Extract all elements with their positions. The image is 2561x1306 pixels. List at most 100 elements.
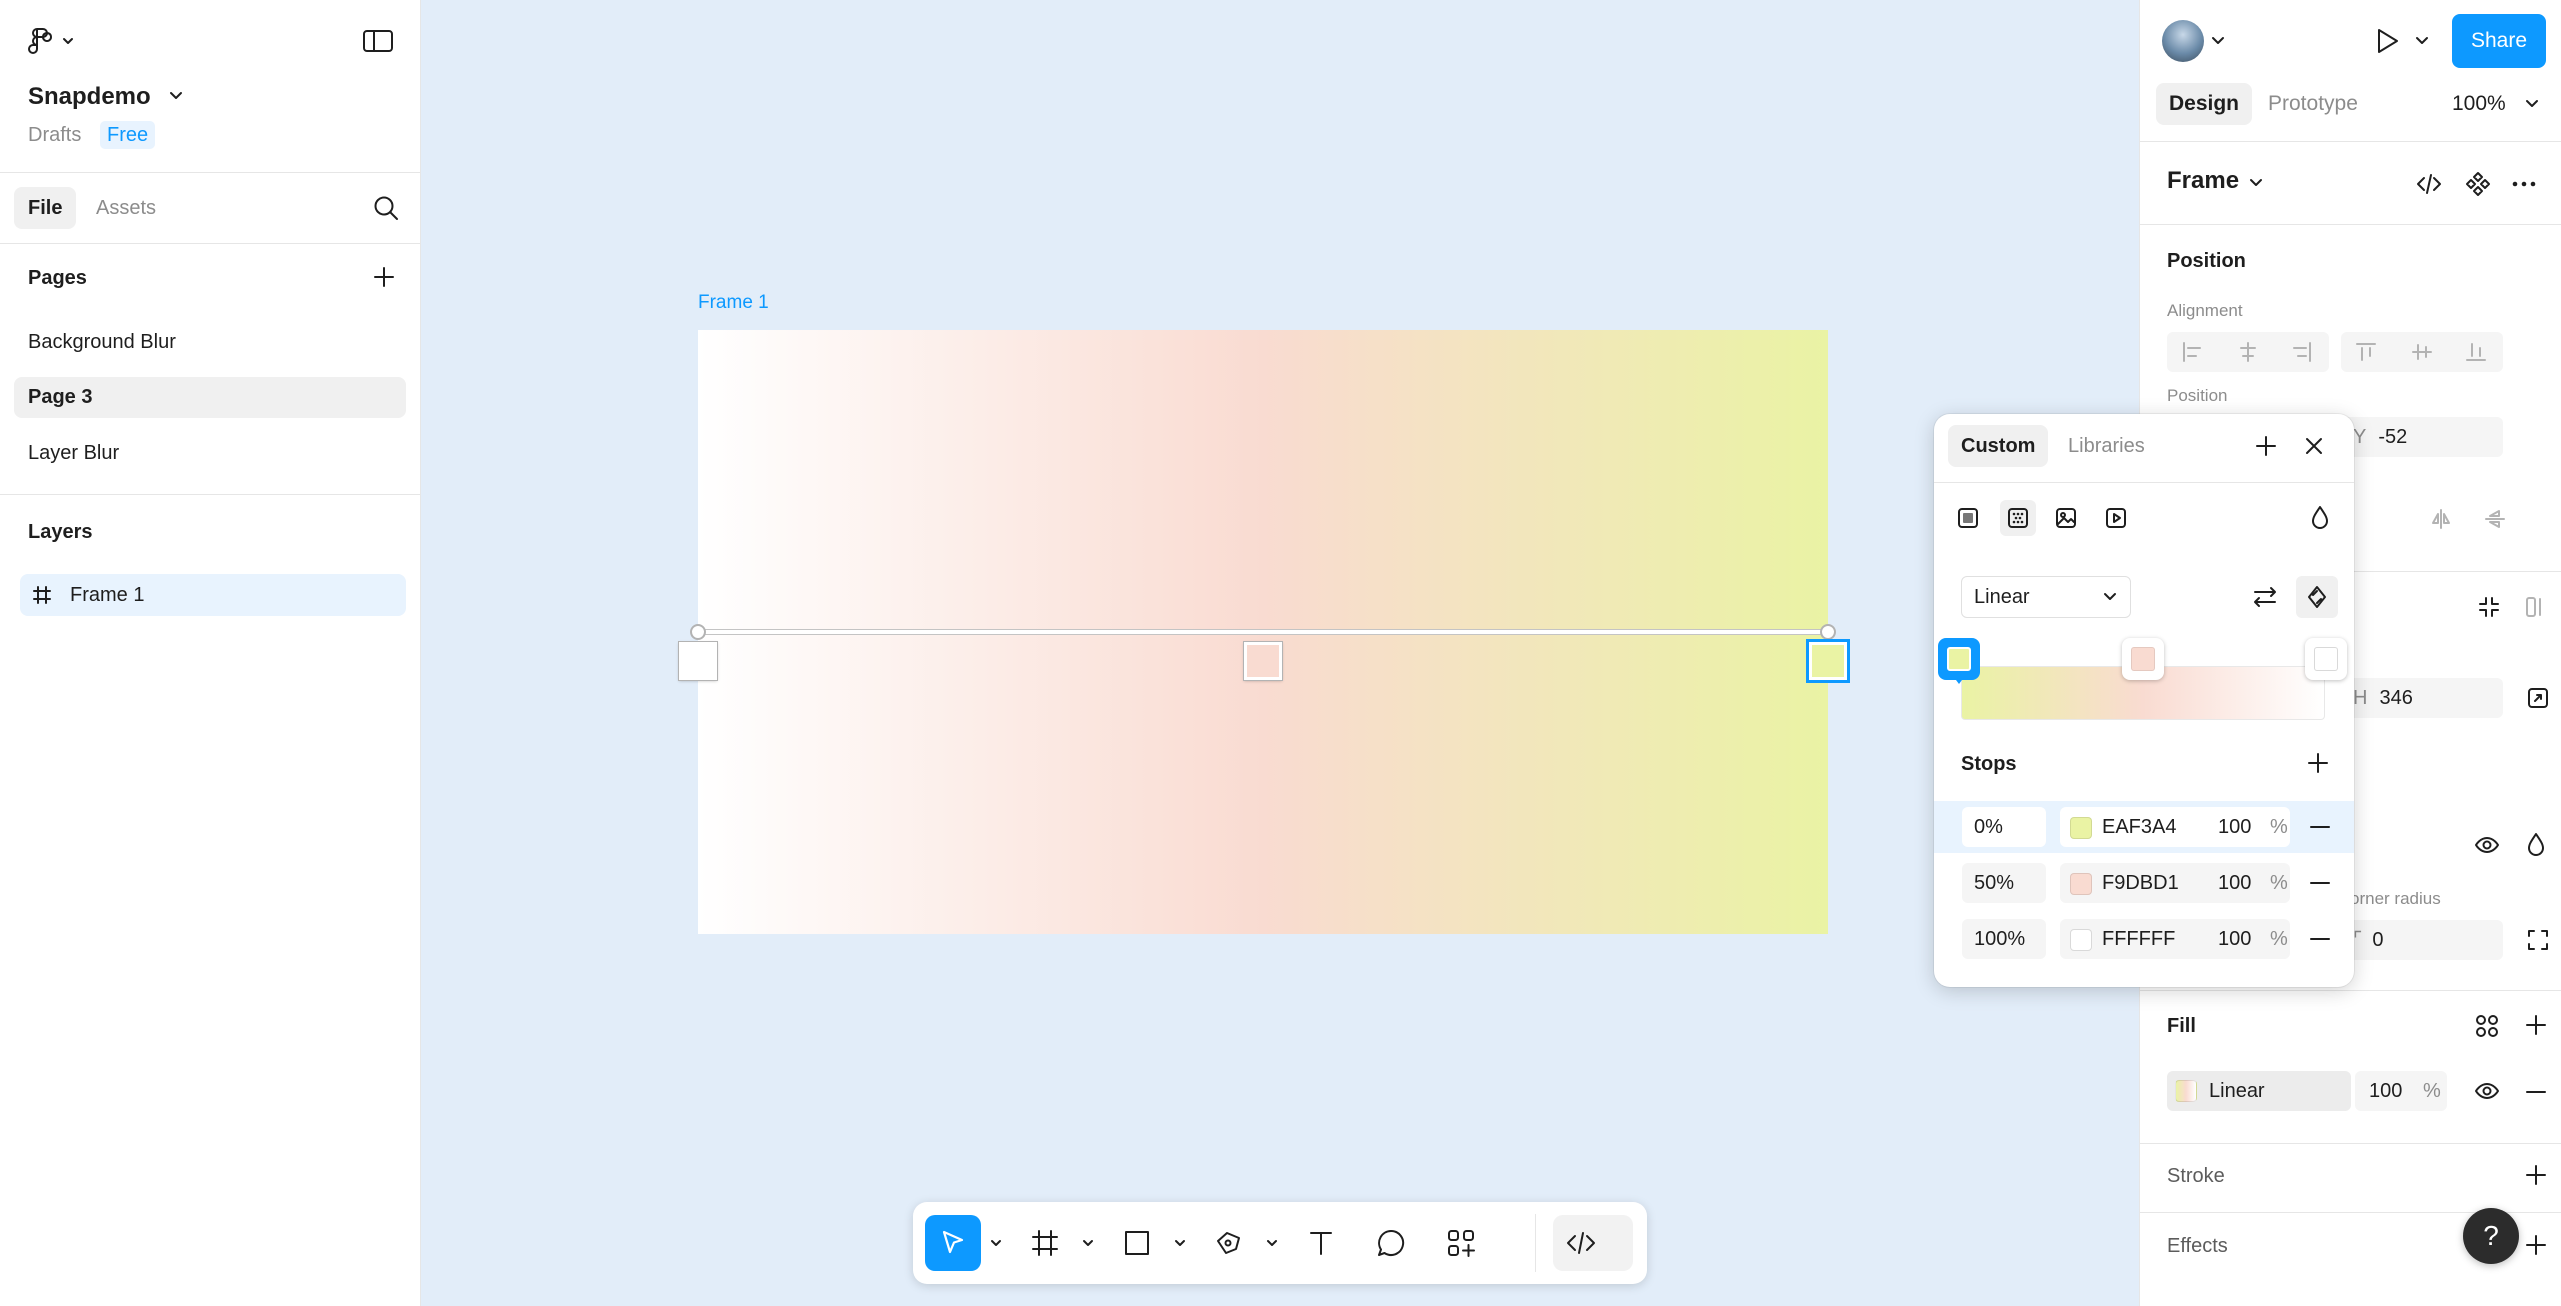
code-icon[interactable] xyxy=(2415,170,2443,198)
tab-assets[interactable]: Assets xyxy=(96,187,156,229)
chevron-down-icon[interactable] xyxy=(989,1237,1003,1249)
search-button[interactable] xyxy=(372,194,400,222)
auto-layout-icon[interactable] xyxy=(2524,594,2550,620)
chevron-down-icon[interactable] xyxy=(2414,34,2430,48)
align-left-icon[interactable] xyxy=(2181,341,2203,363)
component-icon[interactable] xyxy=(2464,170,2492,198)
canvas[interactable]: Frame 1 xyxy=(421,0,2139,1306)
plan-badge[interactable]: Free xyxy=(100,121,156,149)
h-value[interactable]: 346 xyxy=(2379,687,2412,709)
zoom-level[interactable]: 100% xyxy=(2452,83,2506,125)
plus-icon[interactable] xyxy=(2524,1163,2548,1187)
flip-horizontal-icon[interactable] xyxy=(2430,508,2452,530)
chevron-down-icon[interactable] xyxy=(2210,34,2226,48)
gradient-end-point[interactable] xyxy=(1820,624,1836,640)
present-button[interactable] xyxy=(2372,26,2402,56)
align-middle-icon[interactable] xyxy=(2411,341,2433,363)
stop-hex[interactable]: FFFFFF xyxy=(2102,919,2175,959)
fill-opacity-field[interactable]: 100 % xyxy=(2355,1071,2447,1111)
frame-1[interactable] xyxy=(679,330,1847,934)
canvas-stop-100[interactable] xyxy=(679,642,717,680)
canvas-stop-0[interactable] xyxy=(1809,642,1847,680)
independent-corners-icon[interactable] xyxy=(2526,928,2550,952)
add-stop-icon[interactable] xyxy=(2306,751,2330,775)
pen-tool-button[interactable] xyxy=(1201,1215,1257,1271)
stop-row[interactable]: 100% FFFFFF 100 % xyxy=(1934,913,2354,965)
collapse-icon[interactable] xyxy=(2476,594,2502,620)
comment-tool-button[interactable] xyxy=(1363,1215,1419,1271)
stop-opacity[interactable]: 100 xyxy=(2218,807,2251,847)
align-center-h-icon[interactable] xyxy=(2237,341,2259,363)
drafts-link[interactable]: Drafts xyxy=(28,124,81,147)
fill-opacity-value[interactable]: 100 xyxy=(2369,1071,2402,1111)
stop-swatch[interactable] xyxy=(2070,817,2092,839)
chevron-down-icon[interactable] xyxy=(2248,176,2264,190)
actions-tool-button[interactable] xyxy=(1433,1215,1489,1271)
fill-swatch[interactable] xyxy=(2175,1080,2197,1102)
minus-icon[interactable] xyxy=(2524,1080,2548,1104)
page-item-layer-blur[interactable]: Layer Blur xyxy=(14,433,406,474)
eye-icon[interactable] xyxy=(2474,832,2500,858)
plus-icon[interactable] xyxy=(2524,1233,2548,1257)
gradient-stop-50[interactable] xyxy=(2122,638,2164,680)
fill-type-field[interactable]: Linear xyxy=(2167,1071,2351,1111)
frame-tool-button[interactable] xyxy=(1017,1215,1073,1271)
eye-icon[interactable] xyxy=(2474,1078,2500,1104)
image-fill-icon[interactable] xyxy=(2054,506,2078,530)
tab-libraries[interactable]: Libraries xyxy=(2068,425,2145,467)
gradient-fill-button[interactable] xyxy=(2000,500,2036,536)
file-menu-chevron[interactable] xyxy=(168,88,184,102)
stop-hex[interactable]: EAF3A4 xyxy=(2102,807,2176,847)
y-position-field[interactable]: Y -52 xyxy=(2341,417,2503,457)
flip-gradient-icon[interactable] xyxy=(2250,582,2280,612)
stop-color-field[interactable]: F9DBD1 100 % xyxy=(2060,863,2290,903)
tab-custom[interactable]: Custom xyxy=(1948,425,2049,467)
chevron-down-icon[interactable] xyxy=(1081,1237,1095,1249)
tab-prototype[interactable]: Prototype xyxy=(2268,83,2358,125)
stop-opacity[interactable]: 100 xyxy=(2218,863,2251,903)
page-item-page-3[interactable]: Page 3 xyxy=(14,377,406,418)
add-page-button[interactable] xyxy=(372,265,396,289)
flip-vertical-icon[interactable] xyxy=(2484,508,2506,530)
rotate-gradient-button[interactable] xyxy=(2296,576,2338,618)
stop-swatch[interactable] xyxy=(2070,873,2092,895)
frame-type-title[interactable]: Frame xyxy=(2167,167,2239,195)
layer-item-frame-1[interactable]: Frame 1 xyxy=(20,574,406,616)
minus-icon[interactable] xyxy=(2308,927,2332,951)
stop-row[interactable]: 50% F9DBD1 100 % xyxy=(1934,857,2354,909)
minus-icon[interactable] xyxy=(2308,871,2332,895)
align-bottom-icon[interactable] xyxy=(2465,341,2487,363)
solid-fill-icon[interactable] xyxy=(1956,506,1980,530)
gradient-start-point[interactable] xyxy=(690,624,706,640)
stop-position[interactable]: 50% xyxy=(1962,863,2046,903)
shape-tool-button[interactable] xyxy=(1109,1215,1165,1271)
tab-design[interactable]: Design xyxy=(2156,83,2253,125)
gradient-line[interactable] xyxy=(698,630,1828,634)
page-item-background-blur[interactable]: Background Blur xyxy=(14,322,406,363)
video-fill-icon[interactable] xyxy=(2104,506,2128,530)
chevron-down-icon[interactable] xyxy=(1265,1237,1279,1249)
stop-row[interactable]: 0% EAF3A4 100 % xyxy=(1934,801,2354,853)
y-value[interactable]: -52 xyxy=(2378,426,2407,448)
minus-icon[interactable] xyxy=(2308,815,2332,839)
stop-color-field[interactable]: FFFFFF 100 % xyxy=(2060,919,2290,959)
resize-to-fit-icon[interactable] xyxy=(2526,686,2550,710)
stop-swatch[interactable] xyxy=(2070,929,2092,951)
text-tool-button[interactable] xyxy=(1293,1215,1349,1271)
stop-position[interactable]: 100% xyxy=(1962,919,2046,959)
avatar[interactable] xyxy=(2162,20,2204,62)
gradient-stop-100[interactable] xyxy=(2305,638,2347,680)
blend-mode-icon[interactable] xyxy=(2308,504,2332,532)
corner-radius-value[interactable]: 0 xyxy=(2372,929,2383,951)
plus-icon[interactable] xyxy=(2254,434,2278,458)
stop-position[interactable]: 0% xyxy=(1962,807,2046,847)
file-name[interactable]: Snapdemo xyxy=(28,83,151,111)
stop-hex[interactable]: F9DBD1 xyxy=(2102,863,2179,903)
main-menu-button[interactable] xyxy=(28,26,78,56)
gradient-type-select[interactable]: Linear xyxy=(1961,576,2131,618)
chevron-down-icon[interactable] xyxy=(1173,1237,1187,1249)
move-tool-button[interactable] xyxy=(925,1215,981,1271)
corner-radius-field[interactable]: ⌜ 0 xyxy=(2341,920,2503,960)
gradient-stop-0[interactable] xyxy=(1938,638,1980,684)
blend-mode-icon[interactable] xyxy=(2524,832,2548,858)
